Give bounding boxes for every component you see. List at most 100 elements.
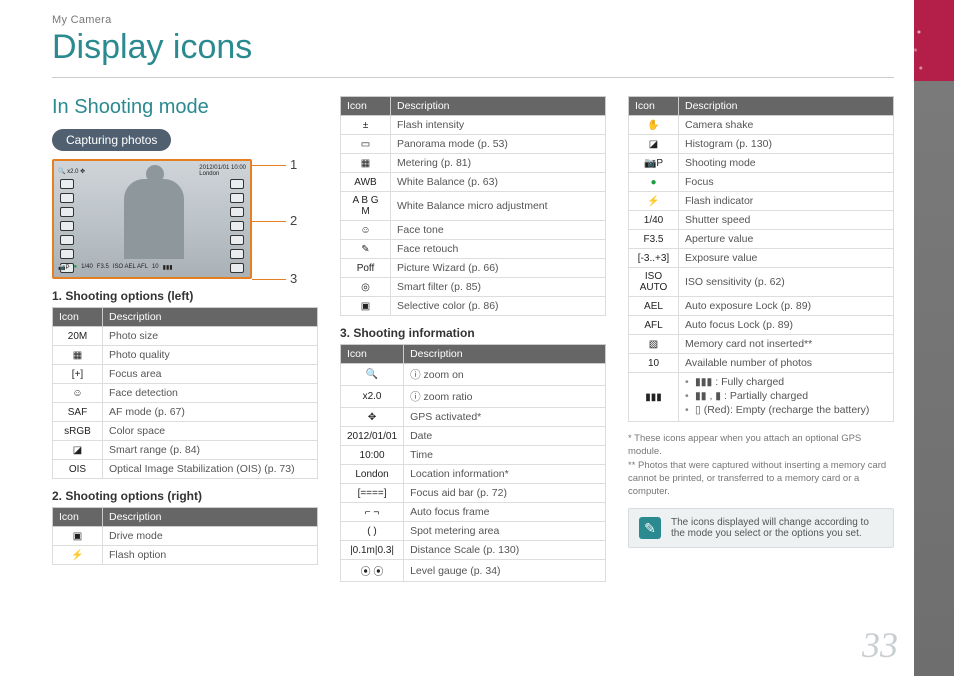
desc-cell: Drive mode (103, 527, 318, 546)
desc-cell: Photo size (103, 327, 318, 346)
note-text: The icons displayed will change accordin… (671, 517, 883, 539)
table-row: ±Flash intensity (341, 116, 606, 135)
icon-cell: ▦ (53, 346, 103, 365)
table-row: ISO AUTOISO sensitivity (p. 62) (629, 268, 894, 297)
icon-cell: A B G M (341, 192, 391, 221)
lcd-screen: 🔍 x2.0 ✥ 2012/01/01 10:00London 📷P● 1/40… (52, 159, 252, 279)
desc-cell: Flash intensity (391, 116, 606, 135)
icon-cell: ⌐ ¬ (341, 503, 404, 522)
desc-cell: Metering (p. 81) (391, 154, 606, 173)
table-row: 10Available number of photos (629, 354, 894, 373)
desc-cell: Auto exposure Lock (p. 89) (679, 297, 894, 316)
icon-cell: sRGB (53, 422, 103, 441)
desc-cell: Auto focus Lock (p. 89) (679, 316, 894, 335)
table-row: ◎Smart filter (p. 85) (341, 278, 606, 297)
table-row: AFLAuto focus Lock (p. 89) (629, 316, 894, 335)
icon-cell: 10:00 (341, 446, 404, 465)
table-row: ◪Smart range (p. 84) (53, 441, 318, 460)
icon-cell: ⦿ ⦿ (341, 560, 404, 582)
desc-cell: Auto focus frame (404, 503, 606, 522)
table-row: ☺Face tone (341, 221, 606, 240)
table-row: AWBWhite Balance (p. 63) (341, 173, 606, 192)
column-2: IconDescription ±Flash intensity▭Panoram… (340, 96, 606, 582)
table-row: ▦Photo quality (53, 346, 318, 365)
table-row: ( )Spot metering area (341, 522, 606, 541)
section-title: In Shooting mode (52, 96, 318, 119)
table-row: LondonLocation information* (341, 465, 606, 484)
desc-cell: Panorama mode (p. 53) (391, 135, 606, 154)
subhead-info: 3. Shooting information (340, 326, 606, 340)
page-accent-bar (914, 0, 954, 676)
icon-cell: ✋ (629, 116, 679, 135)
desc-cell: Face tone (391, 221, 606, 240)
table-row: ▭Panorama mode (p. 53) (341, 135, 606, 154)
table-row: OISOptical Image Stabilization (OIS) (p.… (53, 460, 318, 479)
table-row: F3.5Aperture value (629, 230, 894, 249)
callout-3: 3 (290, 271, 297, 286)
icon-cell: ▭ (341, 135, 391, 154)
table-row: A B G MWhite Balance micro adjustment (341, 192, 606, 221)
table-row: ⌐ ¬Auto focus frame (341, 503, 606, 522)
desc-cell: Focus area (103, 365, 318, 384)
desc-cell: Selective color (p. 86) (391, 297, 606, 316)
desc-cell: Distance Scale (p. 130) (404, 541, 606, 560)
table-row: 2012/01/01Date (341, 427, 606, 446)
table-shooting-left: IconDescription 20MPhoto size▦Photo qual… (52, 307, 318, 479)
icon-cell: 🔍 (341, 364, 404, 386)
desc-cell: Picture Wizard (p. 66) (391, 259, 606, 278)
icon-cell: ☺ (53, 384, 103, 403)
icon-cell: [-3..+3] (629, 249, 679, 268)
icon-cell: 📷P (629, 154, 679, 173)
table-row: ⦿ ⦿Level gauge (p. 34) (341, 560, 606, 582)
desc-cell: Optical Image Stabilization (OIS) (p. 73… (103, 460, 318, 479)
capturing-photos-pill: Capturing photos (52, 129, 171, 151)
table-row: ✥GPS activated* (341, 408, 606, 427)
desc-cell: Available number of photos (679, 354, 894, 373)
table-row: ▣Drive mode (53, 527, 318, 546)
icon-cell: ✥ (341, 408, 404, 427)
table-row: ▦Metering (p. 81) (341, 154, 606, 173)
icon-cell: SAF (53, 403, 103, 422)
icon-cell: ▧ (629, 335, 679, 354)
desc-cell: Memory card not inserted** (679, 335, 894, 354)
icon-cell: ⚡ (53, 546, 103, 565)
desc-cell: AF mode (p. 67) (103, 403, 318, 422)
desc-cell: Date (404, 427, 606, 446)
footnotes: * These icons appear when you attach an … (628, 432, 894, 498)
desc-cell: Location information* (404, 465, 606, 484)
desc-cell: Photo quality (103, 346, 318, 365)
desc-cell: Level gauge (p. 34) (404, 560, 606, 582)
table-row: ⚡Flash option (53, 546, 318, 565)
desc-cell: Aperture value (679, 230, 894, 249)
icon-cell: ☺ (341, 221, 391, 240)
table-row: 🔍ⓘ zoom on (341, 364, 606, 386)
table-row: 20MPhoto size (53, 327, 318, 346)
table-row: ☺Face detection (53, 384, 318, 403)
icon-cell: ▣ (341, 297, 391, 316)
desc-cell: Histogram (p. 130) (679, 135, 894, 154)
desc-cell: ⓘ zoom on (404, 364, 606, 386)
table-col2-top: IconDescription ±Flash intensity▭Panoram… (340, 96, 606, 316)
icon-cell: Poff (341, 259, 391, 278)
table-row: sRGBColor space (53, 422, 318, 441)
callout-1: 1 (290, 157, 297, 172)
desc-cell: Flash indicator (679, 192, 894, 211)
icon-cell: |0.1m|0.3| (341, 541, 404, 560)
icon-cell: ✎ (341, 240, 391, 259)
desc-cell: ⓘ zoom ratio (404, 386, 606, 408)
battery-bullet: ▮▮ , ▮ : Partially charged (685, 390, 887, 402)
table-row: |0.1m|0.3|Distance Scale (p. 130) (341, 541, 606, 560)
icon-cell: [+] (53, 365, 103, 384)
subhead-left: 1. Shooting options (left) (52, 289, 318, 303)
subhead-right: 2. Shooting options (right) (52, 489, 318, 503)
table-shooting-info: IconDescription 🔍ⓘ zoom onx2.0ⓘ zoom rat… (340, 344, 606, 582)
icon-cell: ▦ (341, 154, 391, 173)
desc-cell: Smart range (p. 84) (103, 441, 318, 460)
footnote-1: * These icons appear when you attach an … (628, 432, 894, 459)
table-row: 📷PShooting mode (629, 154, 894, 173)
footnote-2: ** Photos that were captured without ins… (628, 459, 894, 499)
desc-cell: Shutter speed (679, 211, 894, 230)
pencil-icon: ✎ (639, 517, 661, 539)
table-row: PoffPicture Wizard (p. 66) (341, 259, 606, 278)
table-row: ◪Histogram (p. 130) (629, 135, 894, 154)
